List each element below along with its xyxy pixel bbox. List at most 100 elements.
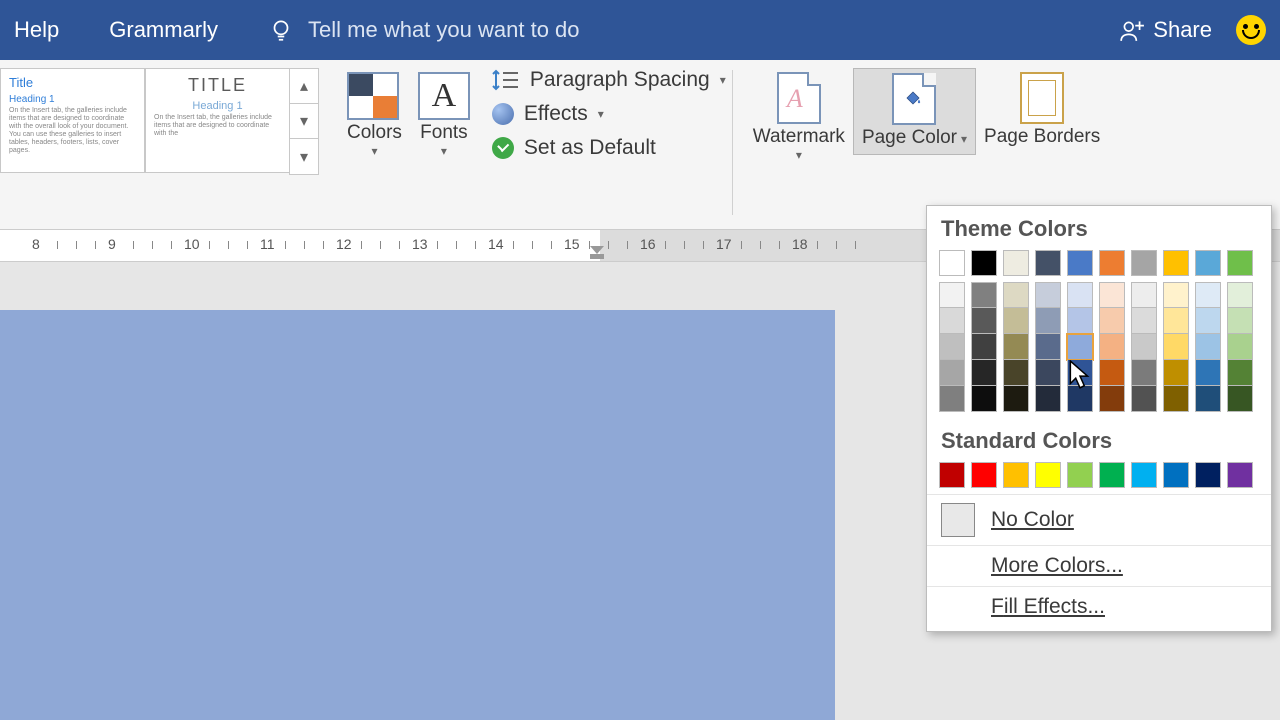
- color-swatch[interactable]: [1003, 386, 1029, 412]
- color-swatch[interactable]: [1227, 386, 1253, 412]
- color-swatch[interactable]: [971, 282, 997, 308]
- color-swatch[interactable]: [1131, 360, 1157, 386]
- colors-button[interactable]: Colors ▾: [339, 68, 410, 162]
- color-swatch[interactable]: [1195, 334, 1221, 360]
- color-swatch[interactable]: [939, 334, 965, 360]
- color-swatch[interactable]: [1163, 282, 1189, 308]
- color-swatch[interactable]: [1099, 308, 1125, 334]
- color-swatch[interactable]: [1099, 386, 1125, 412]
- color-swatch[interactable]: [1099, 360, 1125, 386]
- color-swatch[interactable]: [1163, 334, 1189, 360]
- document-formatting-gallery[interactable]: Title Heading 1 On the Insert tab, the g…: [0, 60, 319, 175]
- color-swatch[interactable]: [1035, 462, 1061, 488]
- color-swatch[interactable]: [1195, 462, 1221, 488]
- color-swatch[interactable]: [1195, 250, 1221, 276]
- set-as-default-button[interactable]: Set as Default: [492, 136, 726, 160]
- color-swatch[interactable]: [971, 308, 997, 334]
- tab-help[interactable]: Help: [14, 17, 59, 43]
- style-set-card[interactable]: Title Heading 1 On the Insert tab, the g…: [0, 68, 145, 173]
- color-swatch[interactable]: [939, 386, 965, 412]
- color-swatch[interactable]: [971, 462, 997, 488]
- color-swatch[interactable]: [1131, 386, 1157, 412]
- paragraph-spacing-button[interactable]: Paragraph Spacing ▾: [492, 68, 726, 92]
- color-swatch[interactable]: [1003, 308, 1029, 334]
- color-swatch[interactable]: [939, 308, 965, 334]
- style-heading: Heading 1: [9, 94, 136, 105]
- color-swatch[interactable]: [971, 360, 997, 386]
- page-borders-button[interactable]: Page Borders: [976, 68, 1108, 152]
- indent-marker-base[interactable]: [590, 254, 604, 259]
- color-swatch[interactable]: [1195, 282, 1221, 308]
- fonts-button[interactable]: A Fonts ▾: [410, 68, 478, 162]
- color-swatch[interactable]: [1003, 250, 1029, 276]
- chevron-down-icon: ▾: [347, 144, 402, 158]
- color-swatch[interactable]: [1163, 386, 1189, 412]
- color-swatch[interactable]: [1035, 386, 1061, 412]
- color-swatch[interactable]: [1195, 308, 1221, 334]
- gallery-more-button[interactable]: ▾: [290, 139, 318, 174]
- color-swatch[interactable]: [1003, 282, 1029, 308]
- effects-button[interactable]: Effects ▾: [492, 102, 726, 126]
- page-color-button[interactable]: Page Color▾: [853, 68, 976, 155]
- color-swatch[interactable]: [971, 386, 997, 412]
- color-swatch[interactable]: [1163, 462, 1189, 488]
- color-swatch[interactable]: [1131, 334, 1157, 360]
- more-colors-item[interactable]: More Colors...: [927, 545, 1271, 586]
- color-swatch[interactable]: [1131, 282, 1157, 308]
- color-swatch[interactable]: [939, 360, 965, 386]
- share-button[interactable]: Share: [1119, 17, 1212, 43]
- color-swatch[interactable]: [1195, 386, 1221, 412]
- color-swatch[interactable]: [1035, 308, 1061, 334]
- page-color-icon: [892, 73, 936, 125]
- color-swatch[interactable]: [1003, 462, 1029, 488]
- color-swatch[interactable]: [1227, 334, 1253, 360]
- effects-icon: [492, 103, 514, 125]
- color-swatch[interactable]: [1067, 334, 1093, 360]
- gallery-up-button[interactable]: ▴: [290, 69, 318, 104]
- color-swatch[interactable]: [1227, 250, 1253, 276]
- indent-marker-icon[interactable]: [590, 246, 604, 254]
- fill-effects-item[interactable]: Fill Effects...: [927, 586, 1271, 627]
- color-swatch[interactable]: [1067, 462, 1093, 488]
- document-page[interactable]: [0, 310, 835, 720]
- color-swatch[interactable]: [1227, 308, 1253, 334]
- color-swatch[interactable]: [1035, 250, 1061, 276]
- color-swatch[interactable]: [1131, 250, 1157, 276]
- color-swatch[interactable]: [1195, 360, 1221, 386]
- color-swatch[interactable]: [971, 250, 997, 276]
- lightbulb-icon: [268, 17, 294, 43]
- color-swatch[interactable]: [1227, 462, 1253, 488]
- color-swatch[interactable]: [939, 250, 965, 276]
- watermark-button[interactable]: Watermark ▾: [745, 68, 853, 166]
- color-swatch[interactable]: [1035, 360, 1061, 386]
- style-set-card[interactable]: TITLE Heading 1 On the Insert tab, the g…: [145, 68, 290, 173]
- color-swatch[interactable]: [1067, 250, 1093, 276]
- color-swatch[interactable]: [1163, 250, 1189, 276]
- color-swatch[interactable]: [1099, 462, 1125, 488]
- color-swatch[interactable]: [971, 334, 997, 360]
- feedback-smiley-icon[interactable]: [1236, 15, 1266, 45]
- style-title: Title: [9, 75, 136, 90]
- color-swatch[interactable]: [1227, 360, 1253, 386]
- color-swatch[interactable]: [1163, 360, 1189, 386]
- color-swatch[interactable]: [1067, 308, 1093, 334]
- no-color-item[interactable]: No Color: [927, 494, 1271, 545]
- color-swatch[interactable]: [1163, 308, 1189, 334]
- color-swatch[interactable]: [1099, 282, 1125, 308]
- tell-me-search[interactable]: Tell me what you want to do: [268, 17, 579, 43]
- color-swatch[interactable]: [939, 462, 965, 488]
- color-swatch[interactable]: [1099, 250, 1125, 276]
- color-swatch[interactable]: [1067, 282, 1093, 308]
- color-swatch[interactable]: [1035, 282, 1061, 308]
- color-swatch[interactable]: [1035, 334, 1061, 360]
- color-swatch[interactable]: [1099, 334, 1125, 360]
- tab-grammarly[interactable]: Grammarly: [109, 17, 218, 43]
- color-swatch[interactable]: [1131, 462, 1157, 488]
- chevron-down-icon: ▾: [720, 73, 726, 87]
- gallery-down-button[interactable]: ▾: [290, 104, 318, 139]
- color-swatch[interactable]: [939, 282, 965, 308]
- color-swatch[interactable]: [1003, 334, 1029, 360]
- color-swatch[interactable]: [1227, 282, 1253, 308]
- color-swatch[interactable]: [1131, 308, 1157, 334]
- color-swatch[interactable]: [1003, 360, 1029, 386]
